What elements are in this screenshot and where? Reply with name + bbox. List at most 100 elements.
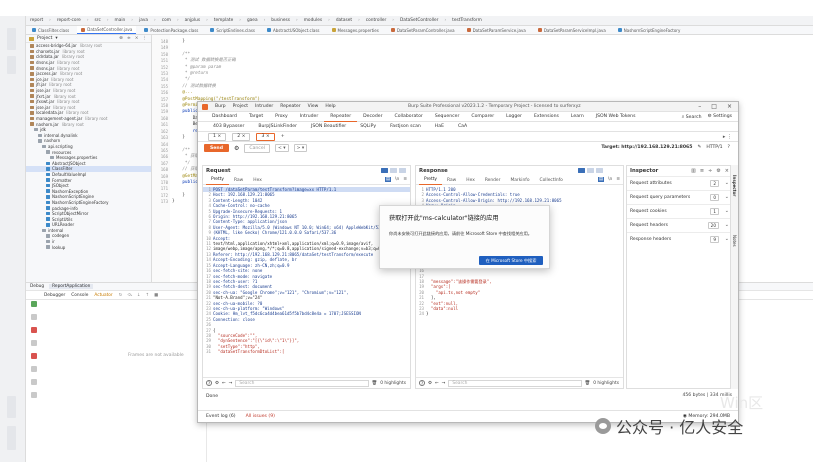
commit-tool-tab[interactable] — [7, 56, 16, 74]
burp-tool-tab[interactable]: JSON Web Tokens — [590, 112, 642, 122]
bookmarks-tool-tab[interactable] — [7, 396, 16, 418]
filter-icon[interactable]: ≡ — [700, 168, 704, 174]
help-icon[interactable]: ? — [728, 145, 730, 150]
breadcrumb-item[interactable]: report — [30, 18, 43, 23]
global-settings[interactable]: ⚙ Settings — [708, 114, 732, 119]
newline-icon[interactable]: \n — [395, 177, 399, 182]
breadcrumb-item[interactable]: gaea — [247, 18, 258, 23]
view-tab-raw[interactable]: Raw — [442, 176, 461, 185]
burp-tool-tab[interactable]: Proxy — [269, 112, 294, 122]
inspector-side-tab[interactable]: Inspector — [732, 175, 737, 196]
burp-tool-tab[interactable]: Collaborator — [388, 112, 428, 122]
burp-tool-tab[interactable]: Sequencer — [429, 112, 466, 122]
response-search-input[interactable]: Search — [448, 379, 582, 387]
view-tab-collectinfo[interactable]: CollectInfo — [535, 176, 568, 185]
breadcrumb-item[interactable]: dataset — [336, 18, 352, 23]
minimize-icon[interactable]: – — [698, 103, 701, 110]
mute-breakpoints-icon[interactable] — [31, 353, 37, 359]
step-into-icon[interactable]: ↓ — [137, 293, 141, 298]
editor-tab[interactable]: AbstractUSObject.class — [263, 26, 324, 34]
prev-match-icon[interactable]: ← — [435, 381, 439, 386]
burp-tool-tab[interactable]: Comparer — [465, 112, 500, 122]
collapse-icon[interactable]: ≑ — [127, 36, 131, 41]
extension-tab[interactable]: BurpJSLinkFinder — [251, 124, 304, 129]
debug-tab-actuator[interactable]: Actuator — [94, 293, 112, 298]
menu-project[interactable]: Project — [233, 104, 248, 109]
layout-icon[interactable]: ▥ — [691, 168, 696, 174]
maximize-icon[interactable]: □ — [711, 103, 717, 110]
repeater-tab[interactable]: 3 × — [256, 132, 275, 141]
burp-tool-tab[interactable]: Target — [243, 112, 269, 122]
help-icon[interactable]: ? — [206, 380, 212, 386]
chevron-down-icon[interactable]: ⌄ — [725, 180, 729, 186]
view-tab-hex[interactable]: Hex — [248, 176, 267, 185]
chevron-down-icon[interactable]: ⌄ — [725, 194, 729, 200]
repeater-tabs-menu[interactable]: ▸ ⋮ — [723, 134, 732, 140]
view-tab-markinfo[interactable]: Markinfo — [505, 176, 534, 185]
editor-tab[interactable]: ProtectionPackage.class — [140, 26, 202, 34]
actions-icon[interactable]: ▤ — [597, 177, 605, 182]
breadcrumb-item[interactable]: business — [271, 18, 290, 23]
breadcrumb-item[interactable]: src — [95, 18, 101, 23]
target-label[interactable]: Target: http://192.168.129.21:8065 — [601, 145, 692, 150]
breadcrumb-item[interactable]: template — [214, 18, 233, 23]
history-forward-button[interactable]: > ▾ — [293, 144, 308, 152]
menu-view[interactable]: View — [308, 104, 319, 109]
menu-help[interactable]: Help — [325, 104, 335, 109]
breadcrumb-item[interactable]: modules — [304, 18, 322, 23]
view-tab-pretty[interactable]: Pretty — [206, 176, 230, 185]
breadcrumb-item[interactable]: DataSetController — [400, 18, 438, 23]
settings-icon[interactable]: ⚙ — [215, 381, 219, 386]
more-icon[interactable]: ⋮ — [143, 36, 148, 41]
inspector-row[interactable]: Request attributes 2 ⌄ — [627, 176, 733, 190]
extension-tab[interactable]: CaA — [451, 124, 474, 129]
view-tab-pretty[interactable]: Pretty — [419, 176, 443, 185]
add-icon[interactable]: ⊕ — [119, 36, 123, 41]
repeater-tab[interactable]: 1 × — [208, 132, 227, 141]
editor-tab[interactable]: DataSetParamService.java — [463, 26, 530, 34]
next-match-icon[interactable]: → — [442, 381, 446, 386]
inspector-row[interactable]: Request headers 20 ⌄ — [627, 218, 733, 232]
repeater-tab[interactable]: 2 × — [232, 132, 251, 141]
camera-icon[interactable] — [31, 366, 37, 372]
inspector-row[interactable]: Request query parameters 0 ⌄ — [627, 190, 733, 204]
view-tab-raw[interactable]: Raw — [229, 176, 248, 185]
editor-tab[interactable]: Messages.properties — [328, 26, 383, 34]
send-button[interactable]: Send — [204, 144, 229, 152]
extension-tab[interactable]: SQLiPy — [353, 124, 383, 129]
burp-tool-tab[interactable]: Learn — [565, 112, 590, 122]
layout-toggle[interactable] — [381, 168, 406, 173]
editor-tab[interactable]: ClassFilter.class — [28, 26, 73, 34]
rerun-icon[interactable]: ↻ — [119, 293, 123, 298]
settings-icon[interactable]: ⚙ — [234, 145, 239, 152]
cancel-button[interactable]: Cancel — [244, 143, 270, 153]
breadcrumb-item[interactable]: com — [162, 18, 171, 23]
burp-tool-tab[interactable]: Decoder — [357, 112, 388, 122]
project-title[interactable]: Project — [37, 36, 52, 41]
burp-tool-tab[interactable]: Extensions — [528, 112, 565, 122]
search-store-button[interactable]: 在 Microsoft Store 中搜索 — [479, 256, 543, 265]
extension-tab[interactable]: HaE — [428, 124, 451, 129]
extension-tab[interactable]: JSON Beautifier — [304, 124, 353, 129]
breadcrumb-item[interactable]: controller — [366, 18, 387, 23]
editor-tab[interactable]: DataSetController.java — [77, 26, 137, 34]
debug-tab-console[interactable]: Console — [71, 293, 88, 298]
view-tab-render[interactable]: Render — [480, 176, 506, 185]
global-search[interactable]: ⌕ Search — [682, 114, 702, 120]
extension-tab[interactable]: Fastjson scan — [383, 124, 428, 129]
breadcrumb-item[interactable]: anjplus — [185, 18, 200, 23]
notes-side-tab[interactable]: Notes — [732, 235, 737, 247]
prev-match-icon[interactable]: ← — [222, 381, 226, 386]
breadcrumb-item[interactable]: java — [139, 18, 148, 23]
chevron-down-icon[interactable]: ⌄ — [725, 236, 729, 242]
chevron-down-icon[interactable]: ⌄ — [725, 222, 729, 228]
settings-icon[interactable] — [31, 379, 37, 385]
close-icon[interactable]: × — [135, 36, 139, 41]
menu-icon[interactable]: ≡ — [616, 177, 620, 182]
view-tab-hex[interactable]: Hex — [461, 176, 480, 185]
view-breakpoints-icon[interactable] — [31, 340, 37, 346]
pin-icon[interactable] — [31, 392, 37, 398]
close-window-icon[interactable]: × — [727, 103, 732, 110]
stop-debug-icon[interactable] — [31, 327, 37, 333]
debug-session-tab[interactable]: ReportApplication — [49, 284, 94, 289]
